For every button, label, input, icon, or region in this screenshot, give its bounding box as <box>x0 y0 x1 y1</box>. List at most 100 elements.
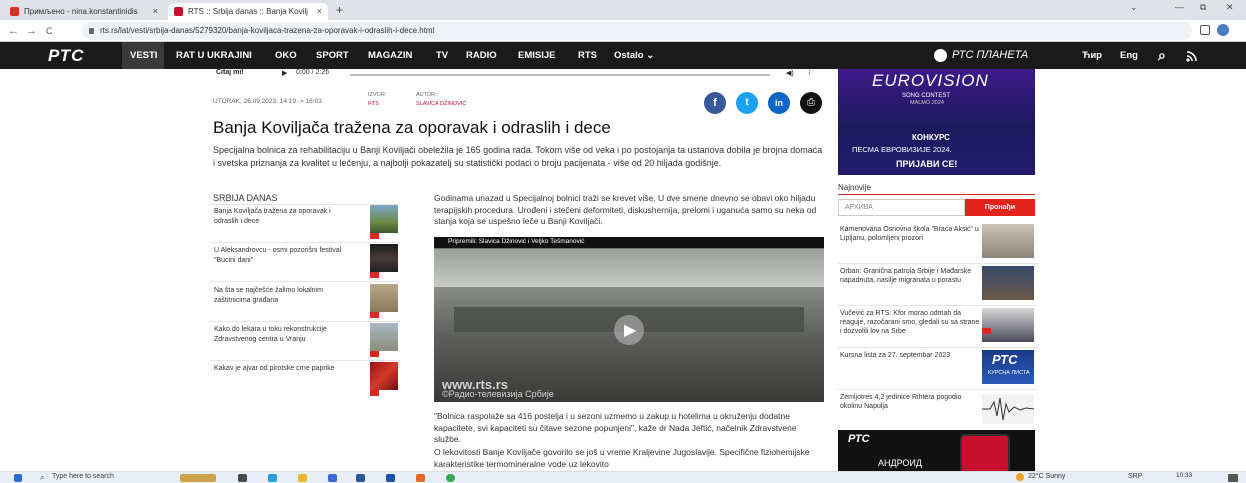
task-view-icon[interactable] <box>238 474 247 482</box>
latest-item-label: Vučević za RTS: Kfor morao odmah da reag… <box>840 310 980 335</box>
outlook-icon[interactable] <box>386 474 395 482</box>
video-badge-icon <box>370 390 379 396</box>
word-icon[interactable] <box>356 474 365 482</box>
video-player[interactable]: Pripremili: Slavica Džinović i Veljko Te… <box>434 237 824 402</box>
latest-item[interactable]: Vučević za RTS: Kfor morao odmah da reag… <box>838 306 1038 348</box>
sidebar-thumb <box>370 244 398 272</box>
nav-rat-u-ukrajini[interactable]: RAT U UKRAJINI <box>176 42 252 69</box>
nav-vesti[interactable]: VESTI <box>130 42 157 69</box>
nav-ostalo[interactable]: Ostalo ⌄ <box>614 42 654 69</box>
play-icon[interactable]: ▶ <box>624 320 636 340</box>
new-tab-button[interactable]: + <box>336 3 343 17</box>
volume-icon[interactable]: ◀) <box>786 69 794 77</box>
rss-icon[interactable] <box>1186 50 1198 62</box>
edge-icon[interactable] <box>268 474 277 482</box>
latest-thumb <box>982 224 1034 258</box>
chrome-icon[interactable] <box>446 474 455 482</box>
sidebar-item[interactable]: U Aleksandrovcu - osmi pozorišni festiva… <box>210 244 400 282</box>
sidebar-item-label: Banja Koviljača tražena za oporavak i od… <box>214 208 331 225</box>
phone-mockup <box>960 434 1010 471</box>
nav-emisije[interactable]: EMISIJE <box>518 42 556 69</box>
tab-search-icon[interactable]: ⌄ <box>1130 2 1138 13</box>
nav-magazin[interactable]: MAGAZIN <box>368 42 412 69</box>
back-button[interactable]: ← <box>8 23 19 39</box>
latest-heading: Najnovije <box>838 183 871 192</box>
url-text: rts.rs/lat/vesti/srbija-danas/5279320/ba… <box>100 26 435 35</box>
app-promo-text: АНДРОИД <box>878 458 922 468</box>
sidebar-item-label: Kakav je ajvar od pirotske crne paprike <box>214 365 335 372</box>
widgets-icon[interactable] <box>180 474 216 482</box>
archive-search-button[interactable]: Пронађи <box>965 199 1035 216</box>
latest-thumb <box>982 266 1034 300</box>
taskbar-search-icon[interactable]: ⌕ <box>40 473 44 483</box>
sidebar-item[interactable]: Banja Koviljača tražena za oporavak i od… <box>210 205 400 243</box>
video-caption: Pripremili: Slavica Džinović i Veljko Te… <box>448 238 585 245</box>
nav-sport[interactable]: SPORT <box>316 42 349 69</box>
tab-rts[interactable]: RTS :: Srbija danas :: Banja Kovilj × <box>168 3 328 20</box>
close-tab-icon[interactable]: × <box>153 3 158 20</box>
sidebar-thumb <box>370 323 398 351</box>
rts-logo[interactable]: РТС <box>48 42 84 69</box>
archive-search-input[interactable]: АРХИВА <box>838 199 965 216</box>
maximize-button[interactable]: ⧉ <box>1200 2 1206 13</box>
print-icon[interactable]: ⎙ <box>800 92 822 114</box>
close-tab-icon[interactable]: × <box>317 3 322 20</box>
close-window-button[interactable]: ✕ <box>1226 2 1234 13</box>
site-navigation: РТС VESTI RAT U UKRAJINI OKO SPORT MAGAZ… <box>0 42 1246 69</box>
taskbar-search[interactable]: Type here to search <box>52 473 114 480</box>
nav-rts[interactable]: RTS <box>578 42 597 69</box>
archive-placeholder: АРХИВА <box>845 204 873 211</box>
more-options-icon[interactable]: ⋮ <box>806 69 813 77</box>
source-label: IZVOR: <box>368 92 387 98</box>
eurovision-banner[interactable]: EUROVISION SONG CONTEST MALMÖ 2024 КОНКУ… <box>838 69 1035 175</box>
nav-oko[interactable]: OKO <box>275 42 297 69</box>
file-explorer-icon[interactable] <box>298 474 307 482</box>
audio-progress[interactable] <box>350 74 770 76</box>
sidebar-item[interactable]: Kako do lekara u toku rekonstrukcije Zdr… <box>210 323 400 361</box>
weather-icon <box>1016 473 1024 481</box>
banner-cta[interactable]: ПРИЈАВИ СЕ! <box>896 159 957 169</box>
profile-avatar[interactable] <box>1217 24 1229 36</box>
video-badge-icon <box>370 233 379 239</box>
banner-line: КОНКУРС <box>912 133 950 142</box>
latest-item[interactable]: Kamenovana Osnovna škola "Braća Aksić" u… <box>838 222 1038 264</box>
minimize-button[interactable]: — <box>1175 2 1184 12</box>
notifications-icon[interactable] <box>1228 474 1238 482</box>
latest-item[interactable]: Orban: Granična patrola Srbije i Mađarsk… <box>838 264 1038 306</box>
sidebar-heading: SRBIJA DANAS <box>213 193 278 203</box>
latest-item-label: Kamenovana Osnovna škola "Braća Aksić" u… <box>840 226 979 242</box>
twitter-share-icon[interactable]: t <box>736 92 758 114</box>
sidebar-item[interactable]: Kakav je ajvar od pirotske crne paprike <box>210 362 400 400</box>
article-paragraph: "Bolnica raspolaže sa 416 postelja i u s… <box>434 411 797 444</box>
sidebar-item[interactable]: Na šta se najčešće žalimo lokalnim zašti… <box>210 284 400 322</box>
reload-button[interactable]: C <box>46 23 53 39</box>
url-field[interactable]: rts.rs/lat/vesti/srbija-danas/5279320/ba… <box>82 22 1192 40</box>
tab-gmail[interactable]: Примљено - nina.konstantinidis × <box>4 3 164 20</box>
browser-tab-bar: Примљено - nina.konstantinidis × RTS :: … <box>0 0 1246 20</box>
nav-tv[interactable]: TV <box>436 42 448 69</box>
app-promo-banner[interactable]: РТС АНДРОИД <box>838 430 1035 471</box>
sidebar-thumb <box>370 284 398 312</box>
clock[interactable]: 10:33 <box>1176 472 1192 479</box>
search-icon[interactable]: ⌕ <box>1158 42 1166 69</box>
play-icon[interactable]: ▶ <box>282 69 287 77</box>
rts-planeta-link[interactable]: РТС ПЛАНЕТА <box>952 42 1028 69</box>
store-icon[interactable] <box>328 474 337 482</box>
seismograph-thumb <box>982 394 1034 424</box>
language-indicator[interactable]: SRP <box>1128 473 1142 480</box>
latest-item[interactable]: Kursna lista za 27. septembar 2023 РТС К… <box>838 348 1038 390</box>
banner-subtitle-city: MALMÖ 2024 <box>910 100 944 106</box>
windows-start-icon[interactable] <box>14 474 22 482</box>
author-label: AUTOR: <box>416 92 437 98</box>
app-icon[interactable] <box>416 474 425 482</box>
sidepanel-icon[interactable] <box>1200 25 1210 35</box>
forward-button[interactable]: → <box>26 23 37 39</box>
weather-text[interactable]: 22°C Sunny <box>1028 473 1065 480</box>
nav-radio[interactable]: RADIO <box>466 42 497 69</box>
facebook-share-icon[interactable]: f <box>704 92 726 114</box>
linkedin-share-icon[interactable]: in <box>768 92 790 114</box>
latest-item[interactable]: Zemljotres 4,2 jedinice Rihtera pogodio … <box>838 390 1038 432</box>
lang-english[interactable]: Eng <box>1120 42 1138 69</box>
sidebar-thumb <box>370 362 398 390</box>
lang-cyrillic[interactable]: Ћир <box>1082 42 1102 69</box>
